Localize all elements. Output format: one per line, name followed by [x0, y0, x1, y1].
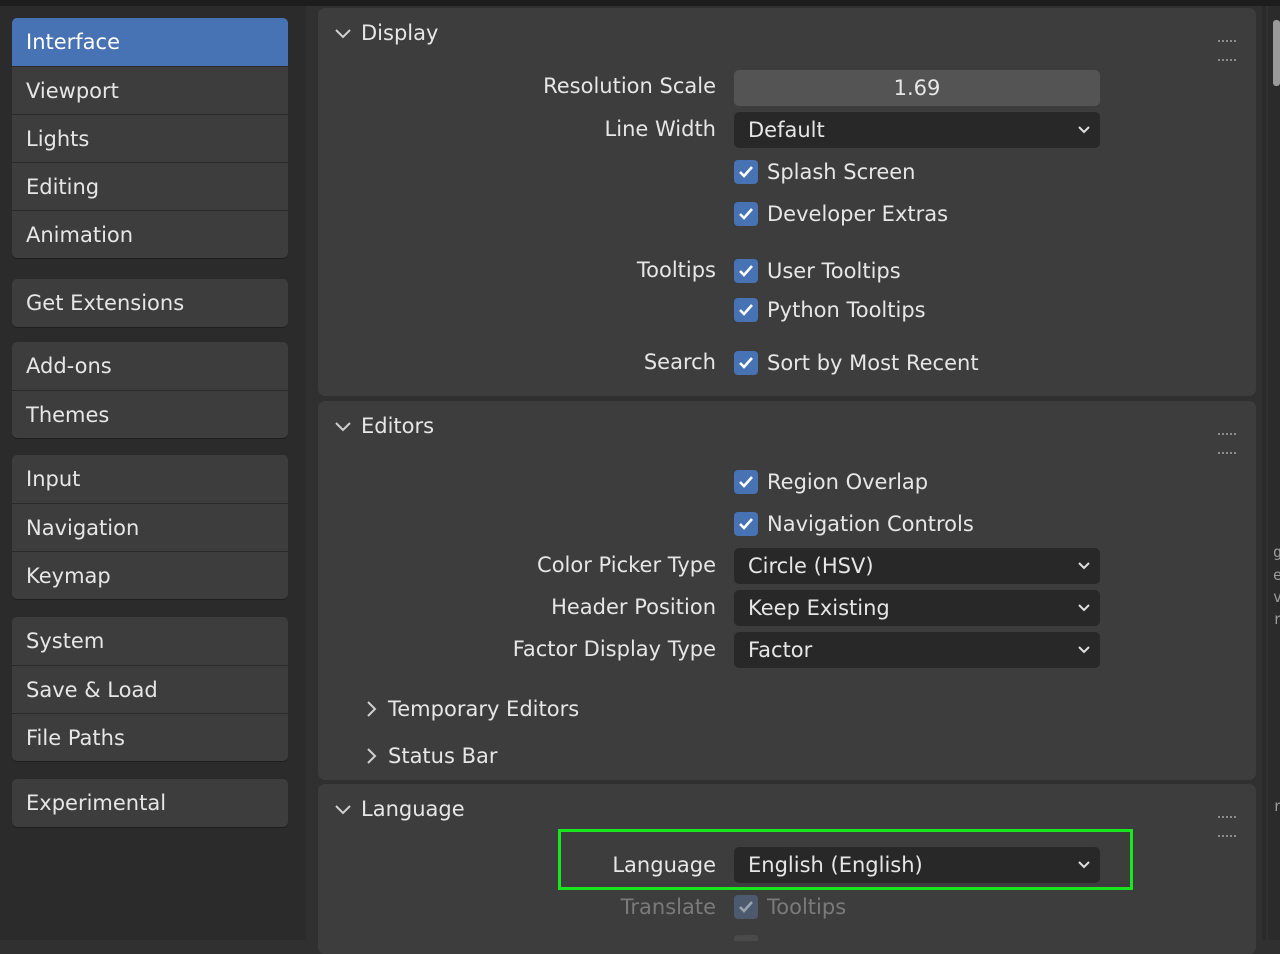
sidebar-item-get-extensions[interactable]: Get Extensions	[12, 279, 288, 327]
drag-handle-icon[interactable]	[1218, 805, 1242, 837]
color-picker-value: Circle (HSV)	[748, 554, 874, 578]
display-panel: Display Resolution Scale 1.69 Line Width…	[318, 8, 1256, 396]
chevron-down-icon	[1078, 604, 1090, 612]
header-position-label: Header Position	[551, 595, 716, 619]
sort-recent-checkbox[interactable]: Sort by Most Recent	[734, 349, 979, 377]
chevron-down-icon	[335, 805, 351, 815]
checkmark-icon	[734, 298, 758, 322]
sidebar-item-themes[interactable]: Themes	[12, 390, 288, 438]
color-picker-dropdown[interactable]: Circle (HSV)	[734, 548, 1100, 584]
panel-title: Editors	[361, 414, 435, 438]
sidebar-item-system[interactable]: System	[12, 617, 288, 665]
preferences-sidebar: Interface Viewport Lights Editing Animat…	[0, 6, 306, 940]
sidebar-item-viewport[interactable]: Viewport	[12, 66, 288, 114]
sort-recent-label: Sort by Most Recent	[767, 351, 979, 375]
splash-screen-label: Splash Screen	[767, 160, 916, 184]
panel-title: Language	[361, 797, 465, 821]
drag-handle-icon[interactable]	[1218, 29, 1242, 61]
tooltips-label: Tooltips	[636, 258, 716, 282]
navigation-controls-label: Navigation Controls	[767, 512, 974, 536]
header-position-value: Keep Existing	[748, 596, 890, 620]
python-tooltips-checkbox[interactable]: Python Tooltips	[734, 296, 926, 324]
panel-title: Display	[361, 21, 439, 45]
sidebar-item-addons[interactable]: Add-ons	[12, 342, 288, 390]
header-position-dropdown[interactable]: Keep Existing	[734, 590, 1100, 626]
sidebar-item-save-load[interactable]: Save & Load	[12, 665, 288, 713]
display-panel-header[interactable]: Display	[332, 18, 438, 48]
sidebar-item-input[interactable]: Input	[12, 455, 288, 503]
chevron-down-icon	[1078, 646, 1090, 654]
translate-tooltips-checkbox[interactable]: Tooltips	[734, 893, 846, 921]
edge-glyph: r	[1273, 610, 1280, 628]
checkmark-icon	[734, 512, 758, 536]
sidebar-group-addons: Add-ons Themes	[12, 342, 288, 438]
sidebar-item-navigation[interactable]: Navigation	[12, 503, 288, 551]
editors-panel-header[interactable]: Editors	[332, 411, 434, 441]
language-panel-header[interactable]: Language	[332, 794, 465, 824]
sidebar-item-editing[interactable]: Editing	[12, 162, 288, 210]
developer-extras-checkbox[interactable]: Developer Extras	[734, 200, 948, 228]
chevron-down-icon	[335, 422, 351, 432]
factor-display-dropdown[interactable]: Factor	[734, 632, 1100, 668]
chevron-down-icon	[335, 29, 351, 39]
sidebar-item-file-paths[interactable]: File Paths	[12, 713, 288, 761]
factor-display-label: Factor Display Type	[512, 637, 716, 661]
temporary-editors-subpanel[interactable]: Temporary Editors	[362, 695, 579, 723]
factor-display-value: Factor	[748, 638, 813, 662]
edge-glyph: v	[1273, 588, 1280, 606]
edge-glyph: e	[1273, 566, 1280, 584]
edge-glyph: r	[1273, 797, 1280, 815]
translate-tooltips-label: Tooltips	[767, 895, 847, 919]
translate-label: Translate	[620, 895, 716, 919]
region-overlap-checkbox[interactable]: Region Overlap	[734, 468, 928, 496]
line-width-dropdown[interactable]: Default	[734, 112, 1100, 148]
chevron-right-icon	[367, 701, 377, 717]
scrollbar-thumb[interactable]	[1273, 20, 1280, 86]
sidebar-item-keymap[interactable]: Keymap	[12, 551, 288, 599]
checkmark-icon	[734, 470, 758, 494]
user-tooltips-checkbox[interactable]: User Tooltips	[734, 257, 901, 285]
edge-glyph: g	[1273, 543, 1280, 561]
status-bar-label: Status Bar	[388, 744, 498, 768]
resolution-scale-label: Resolution Scale	[543, 74, 716, 98]
panel-scrollbar[interactable]	[1262, 6, 1266, 940]
sidebar-item-animation[interactable]: Animation	[12, 210, 288, 258]
checkmark-icon	[734, 259, 758, 283]
search-label: Search	[643, 350, 716, 374]
language-highlight-box	[558, 829, 1133, 890]
sidebar-group-system: System Save & Load File Paths	[12, 617, 288, 761]
checkmark-icon	[734, 160, 758, 184]
splash-screen-checkbox[interactable]: Splash Screen	[734, 158, 916, 186]
sidebar-item-interface[interactable]: Interface	[12, 18, 288, 66]
navigation-controls-checkbox[interactable]: Navigation Controls	[734, 510, 974, 538]
checkmark-icon	[734, 895, 758, 919]
temporary-editors-label: Temporary Editors	[388, 697, 580, 721]
chevron-right-icon	[367, 748, 377, 764]
resolution-scale-field[interactable]: 1.69	[734, 70, 1100, 106]
region-overlap-label: Region Overlap	[767, 470, 929, 494]
developer-extras-label: Developer Extras	[767, 202, 949, 226]
user-tooltips-label: User Tooltips	[767, 259, 901, 283]
sidebar-group-experimental: Experimental	[12, 779, 288, 827]
checkbox-partial	[734, 935, 758, 941]
line-width-value: Default	[748, 118, 825, 142]
sidebar-item-lights[interactable]: Lights	[12, 114, 288, 162]
sidebar-item-experimental[interactable]: Experimental	[12, 779, 288, 827]
sidebar-group-ui: Interface Viewport Lights Editing Animat…	[12, 18, 288, 258]
checkmark-icon	[734, 202, 758, 226]
line-width-label: Line Width	[604, 117, 716, 141]
drag-handle-icon[interactable]	[1218, 422, 1242, 454]
sidebar-group-input: Input Navigation Keymap	[12, 455, 288, 599]
sidebar-group-extensions: Get Extensions	[12, 279, 288, 327]
status-bar-subpanel[interactable]: Status Bar	[362, 742, 498, 770]
color-picker-label: Color Picker Type	[537, 553, 716, 577]
python-tooltips-label: Python Tooltips	[767, 298, 926, 322]
checkmark-icon	[734, 351, 758, 375]
chevron-down-icon	[1078, 126, 1090, 134]
editors-panel: Editors Region Overlap Navigation Contro…	[318, 401, 1256, 780]
chevron-down-icon	[1078, 562, 1090, 570]
